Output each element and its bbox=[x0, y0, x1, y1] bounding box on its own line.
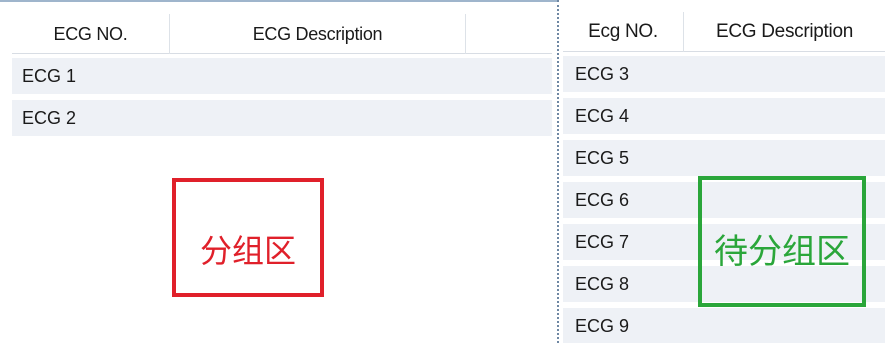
ecg-number-cell: ECG 1 bbox=[22, 65, 77, 86]
column-header-ecg-no[interactable]: ECG NO. bbox=[12, 14, 170, 54]
ecg-number-cell: ECG 3 bbox=[575, 63, 630, 84]
column-header-empty[interactable] bbox=[466, 14, 552, 54]
column-header-ecg-description[interactable]: ECG Description bbox=[684, 12, 885, 52]
ecg-number-cell: ECG 4 bbox=[575, 105, 630, 126]
ecg-number-cell: ECG 6 bbox=[575, 189, 630, 210]
ecg-number-cell: ECG 7 bbox=[575, 231, 630, 252]
pending-table-header: Ecg NO. ECG Description bbox=[563, 12, 885, 52]
ecg-number-cell: ECG 5 bbox=[575, 147, 630, 168]
table-row[interactable]: ECG 1 bbox=[12, 58, 552, 94]
ecg-number-cell: ECG 8 bbox=[575, 273, 630, 294]
table-row[interactable]: ECG 4 bbox=[563, 98, 885, 134]
grouped-table-header: ECG NO. ECG Description bbox=[12, 14, 552, 54]
table-row[interactable]: ECG 5 bbox=[563, 140, 885, 176]
pending-area-annotation-label: 待分组区 bbox=[714, 232, 850, 272]
column-header-ecg-description[interactable]: ECG Description bbox=[170, 14, 466, 54]
ecg-grouping-view: ECG NO. ECG Description ECG 1 ECG 2 Ecg … bbox=[0, 0, 885, 343]
table-row[interactable]: ECG 9 bbox=[563, 308, 885, 343]
grouped-area-annotation-label: 分组区 bbox=[199, 232, 296, 270]
ecg-number-cell: ECG 2 bbox=[22, 107, 77, 128]
table-row[interactable]: ECG 2 bbox=[12, 100, 552, 136]
column-header-ecg-no[interactable]: Ecg NO. bbox=[563, 12, 684, 52]
table-row[interactable]: ECG 3 bbox=[563, 56, 885, 92]
pending-area-annotation-box: 待分组区 bbox=[698, 176, 866, 307]
grouped-area-annotation-box: 分组区 bbox=[172, 178, 324, 297]
ecg-number-cell: ECG 9 bbox=[575, 315, 630, 336]
